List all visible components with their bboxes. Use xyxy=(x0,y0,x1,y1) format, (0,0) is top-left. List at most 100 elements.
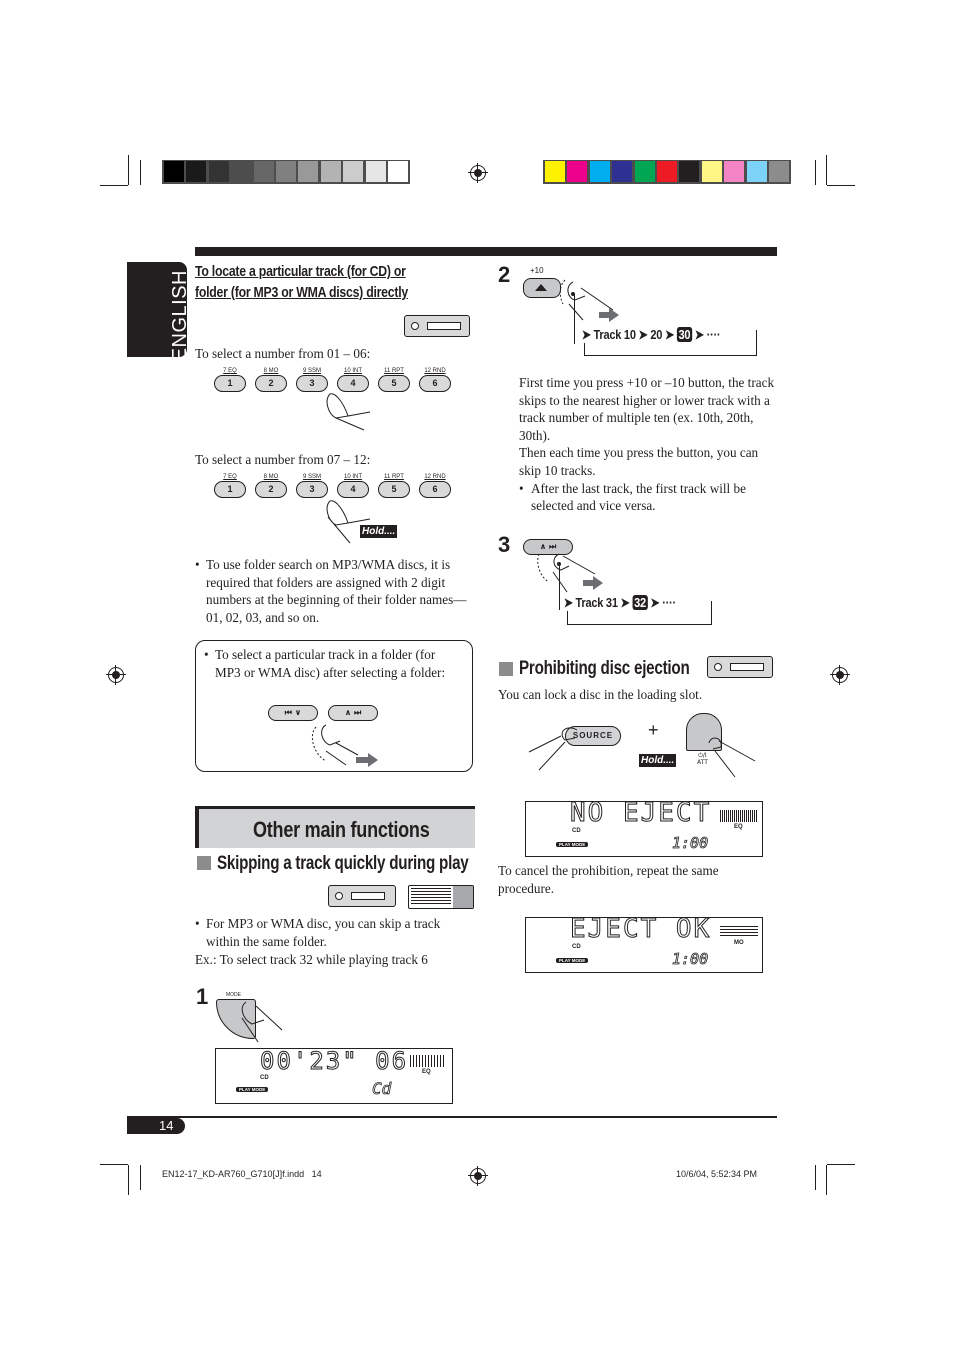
lcd-play-mode: PLAY MODE xyxy=(556,958,589,963)
lcd-eq-label: EQ xyxy=(734,824,743,830)
color-swatch xyxy=(567,161,588,182)
finger-press-icon xyxy=(708,737,756,778)
color-swatch xyxy=(545,161,565,182)
lcd-time: 1:00 xyxy=(672,834,709,853)
step-number: 2 xyxy=(498,262,511,287)
crop-mark xyxy=(815,1165,816,1190)
preset-button-label: 7 EQ xyxy=(223,368,237,374)
lcd-display-step1: 00'23" 06 CD PLAY MODE Cd EQ xyxy=(215,1048,453,1104)
preset-button-label: 10 INT xyxy=(343,368,362,374)
lcd-source: CD xyxy=(572,944,581,950)
preset-button-label: 11 RPT xyxy=(384,368,404,374)
preset-button-6[interactable]: 6 xyxy=(419,481,451,498)
language-tab: ENGLISH xyxy=(127,262,191,361)
lcd-eq-bars xyxy=(410,1055,446,1067)
registration-mark-icon xyxy=(468,163,488,183)
lcd-eq-bars xyxy=(720,810,758,822)
color-swatch xyxy=(231,161,252,182)
locate-heading-line1: To locate a particular track (for CD) or xyxy=(195,263,406,280)
lcd-play-mode: PLAY MODE xyxy=(236,1087,269,1092)
preset-button-label: 9 SSM xyxy=(302,474,321,480)
color-swatch xyxy=(253,161,274,182)
registration-mark-icon xyxy=(106,665,126,685)
finger-swipe-icon xyxy=(311,724,378,767)
display-unit-icon xyxy=(408,885,474,909)
locate-heading-line2: folder (for MP3 or WMA discs) directly xyxy=(195,284,408,301)
color-swatch xyxy=(276,161,296,182)
color-swatch xyxy=(365,161,386,182)
bullet: • xyxy=(195,557,200,572)
color-calibration-bar xyxy=(543,160,791,184)
crop-mark xyxy=(100,1164,128,1165)
preset-button-2[interactable]: 2 xyxy=(255,375,287,392)
crop-mark xyxy=(815,160,816,185)
color-swatch xyxy=(679,161,700,182)
footer-rule xyxy=(127,1116,777,1118)
note-box-text: • To select a particular track in a fold… xyxy=(204,647,446,680)
color-swatch xyxy=(388,161,408,182)
plus10-description: First time you press +10 or –10 button, … xyxy=(519,375,775,514)
lcd-main-text: 00'23" 06 xyxy=(259,1048,409,1076)
preset-button-1[interactable]: 1 xyxy=(214,375,246,392)
crop-mark xyxy=(128,1165,129,1195)
crop-mark xyxy=(100,185,128,186)
cd-unit-icon xyxy=(328,885,396,907)
lcd-source: CD xyxy=(572,828,581,834)
lcd-display-no-eject: NO EJECT CD PLAY MODE 1:00 EQ xyxy=(525,801,763,857)
crop-mark xyxy=(140,160,141,185)
track-sequence-step3: ➤ Track 31 ➤ 32 ➤ ···· xyxy=(562,595,678,611)
lcd-main-text: EJECT OK xyxy=(569,917,712,945)
preset-button-1[interactable]: 1 xyxy=(214,481,246,498)
preset-button-6[interactable]: 6 xyxy=(419,375,451,392)
prev-track-button[interactable]: ⏮ ∨ xyxy=(268,705,318,721)
section-title-box: Other main functions xyxy=(195,806,475,848)
prohibit-heading: Prohibiting disc ejection xyxy=(519,658,690,679)
timestamp: 10/6/04, 5:52:34 PM xyxy=(676,1169,758,1179)
select-07-12-label: To select a number from 07 – 12: xyxy=(195,452,371,467)
preset-button-label: 12 RND xyxy=(424,474,446,480)
example-text: Ex.: To select track 32 while playing tr… xyxy=(195,952,428,967)
preset-button-label: 9 SSM xyxy=(302,368,321,374)
plus10-label: +10 xyxy=(530,266,544,275)
highlight-track: 32 xyxy=(632,595,648,610)
color-swatch xyxy=(724,161,745,182)
lcd-eq-label: MO xyxy=(734,940,744,946)
cancel-instruction: To cancel the prohibition, repeat the sa… xyxy=(498,863,719,896)
finger-press-icon xyxy=(537,553,603,593)
lcd-bottom-text: Cd xyxy=(372,1079,392,1099)
crop-mark xyxy=(140,1165,141,1190)
cd-unit-icon xyxy=(404,315,470,337)
color-swatch xyxy=(343,161,364,182)
prohibit-intro: You can lock a disc in the loading slot. xyxy=(498,687,703,702)
preset-button-2[interactable]: 2 xyxy=(255,481,287,498)
highlight-track: 30 xyxy=(676,327,692,342)
track-sequence-step2: ➤ Track 10 ➤ 20 ➤ 30 ➤ ···· xyxy=(580,327,723,343)
lcd-source: CD xyxy=(260,1075,269,1081)
preset-button-5[interactable]: 5 xyxy=(378,481,410,498)
color-swatch xyxy=(634,161,655,182)
hold-badge: Hold.... xyxy=(360,525,398,538)
language-tab-label: ENGLISH xyxy=(169,270,191,362)
color-swatch xyxy=(701,161,722,182)
preset-button-5[interactable]: 5 xyxy=(378,375,410,392)
color-swatch xyxy=(612,161,633,182)
registration-mark-icon xyxy=(830,665,850,685)
file-name: EN12-17_KD-AR760_G710[J]f.indd 14 xyxy=(162,1169,322,1179)
lcd-eq-bars xyxy=(720,926,758,938)
skip-heading: Skipping a track quickly during play xyxy=(217,853,469,874)
heading-square-icon xyxy=(197,856,211,870)
finger-press-icon xyxy=(326,393,371,431)
preset-button-label: 10 INT xyxy=(343,474,362,480)
crop-mark xyxy=(128,155,129,185)
section-title: Other main functions xyxy=(253,817,430,842)
preset-button-label: 8 MO xyxy=(263,474,279,480)
lcd-eq-label: EQ xyxy=(422,1069,431,1075)
select-01-06-label: To select a number from 01 – 06: xyxy=(195,346,371,361)
registration-mark-icon xyxy=(468,1166,488,1186)
next-track-button[interactable]: ∧ ⏭ xyxy=(328,705,378,721)
finger-press-icon xyxy=(528,727,578,771)
color-swatch xyxy=(769,161,789,182)
section-rule xyxy=(195,247,777,256)
note-box: • To select a particular track in a fold… xyxy=(195,640,473,772)
preset-button-label: 11 RPT xyxy=(384,474,404,480)
